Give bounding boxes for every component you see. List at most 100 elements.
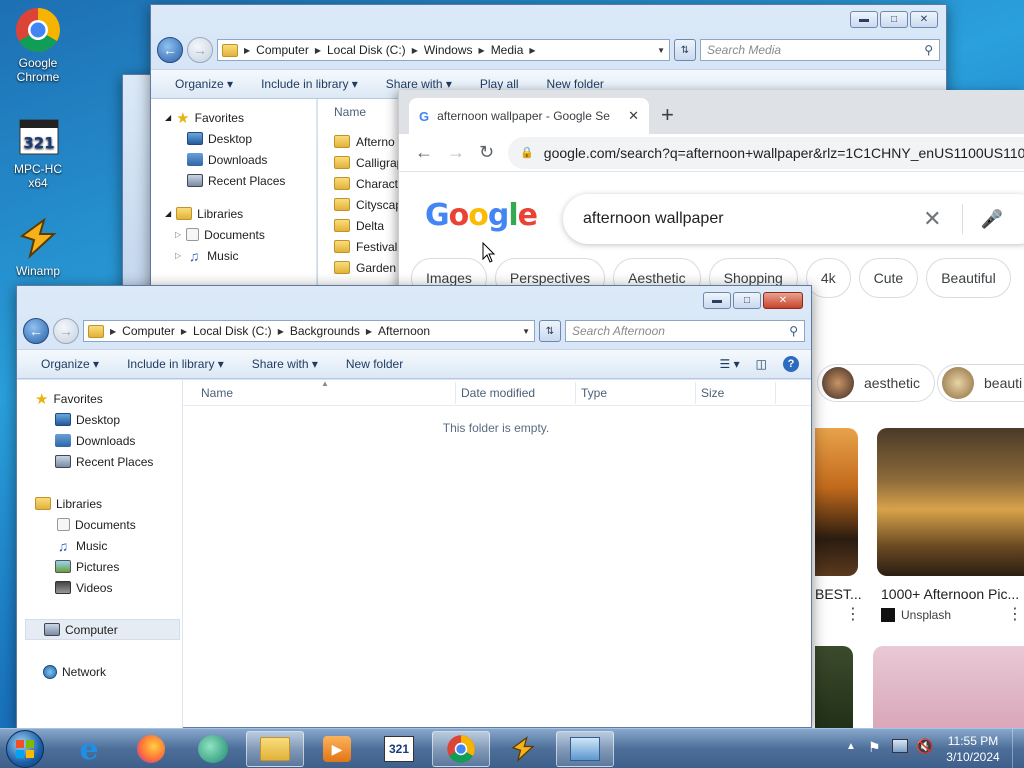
- taskbar-firefox[interactable]: [122, 731, 180, 767]
- tree-item-downloads[interactable]: Downloads: [25, 430, 182, 451]
- breadcrumb-local-disk[interactable]: Local Disk (C:): [327, 43, 406, 57]
- new-folder-button[interactable]: New folder: [533, 77, 618, 91]
- tree-libraries[interactable]: Libraries: [25, 493, 182, 514]
- more-options-icon[interactable]: ⋮: [1007, 604, 1023, 624]
- breadcrumb-backgrounds[interactable]: Backgrounds: [290, 324, 360, 338]
- close-tab-icon[interactable]: ✕: [628, 108, 639, 124]
- tree-item-recent-places[interactable]: Recent Places: [165, 170, 316, 191]
- image-result-2[interactable]: [877, 428, 1024, 576]
- breadcrumb-media[interactable]: Media: [491, 43, 524, 57]
- clock[interactable]: 11:55 PM 3/10/2024: [940, 733, 1006, 765]
- tree-item-recent-places[interactable]: Recent Places: [25, 451, 182, 472]
- desktop-icon-chrome[interactable]: Google Chrome: [5, 6, 71, 84]
- column-header-size[interactable]: Size: [701, 386, 724, 400]
- column-header-type[interactable]: Type: [581, 386, 607, 400]
- tree-favorites[interactable]: ★ Favorites: [25, 388, 182, 409]
- taskbar-control-panel[interactable]: [556, 731, 614, 767]
- maximize-button[interactable]: □: [733, 292, 761, 309]
- result-title[interactable]: BEST...: [815, 586, 862, 602]
- taskbar-msn[interactable]: [184, 731, 242, 767]
- taskbar-media-player[interactable]: ▶: [308, 731, 366, 767]
- action-center-flag-icon[interactable]: ⚑: [868, 739, 881, 756]
- chevron-down-icon[interactable]: ▼: [522, 327, 530, 336]
- forward-arrow-icon[interactable]: →: [447, 142, 465, 163]
- taskbar-explorer[interactable]: [246, 731, 304, 767]
- minimize-button[interactable]: ▬: [703, 292, 731, 309]
- result-source[interactable]: Unsplash: [881, 608, 951, 622]
- search-box[interactable]: afternoon wallpaper ✕ 🎤: [563, 194, 1024, 244]
- breadcrumb-computer[interactable]: Computer: [256, 43, 309, 57]
- tree-favorites[interactable]: ◢ ★ Favorites: [165, 107, 316, 128]
- start-orb-icon[interactable]: [6, 730, 44, 768]
- breadcrumb-windows[interactable]: Windows: [424, 43, 473, 57]
- preview-pane-icon[interactable]: ◫: [748, 357, 775, 371]
- forward-button[interactable]: →: [187, 37, 213, 63]
- breadcrumb-local-disk[interactable]: Local Disk (C:): [193, 324, 272, 338]
- taskbar-chrome[interactable]: [432, 731, 490, 767]
- maximize-button[interactable]: □: [880, 11, 908, 28]
- tree-item-videos[interactable]: Videos: [25, 577, 182, 598]
- organize-menu[interactable]: Organize ▾: [161, 77, 247, 91]
- result-title[interactable]: 1000+ Afternoon Pic...: [881, 586, 1019, 602]
- search-input[interactable]: Search Media ⚲: [700, 39, 940, 61]
- tree-item-pictures[interactable]: Pictures: [25, 556, 182, 577]
- tree-item-downloads[interactable]: Downloads: [165, 149, 316, 170]
- organize-menu[interactable]: Organize ▾: [27, 357, 113, 371]
- breadcrumb-computer[interactable]: Computer: [122, 324, 175, 338]
- desktop-icon-winamp[interactable]: Winamp: [5, 214, 71, 278]
- play-all-button[interactable]: Play all: [466, 77, 533, 91]
- new-folder-button[interactable]: New folder: [332, 357, 417, 371]
- volume-muted-icon[interactable]: 🔇: [916, 738, 933, 755]
- close-button[interactable]: ✕: [910, 11, 938, 28]
- more-options-icon[interactable]: ⋮: [845, 604, 861, 624]
- tree-item-music[interactable]: ▷ ♫ Music: [165, 245, 316, 266]
- back-arrow-icon[interactable]: ←: [415, 142, 433, 163]
- explorer-window-afternoon[interactable]: ▬ □ ✕ ← → ▶ Computer ▶ Local Disk (C:) ▶…: [16, 285, 812, 728]
- microphone-icon[interactable]: 🎤: [981, 209, 1003, 230]
- related-chip-beautiful[interactable]: beauti: [937, 364, 1024, 402]
- image-result-3[interactable]: [815, 646, 853, 728]
- chip-4k[interactable]: 4k: [805, 258, 851, 298]
- refresh-button[interactable]: ⇅: [674, 39, 696, 61]
- network-tray-icon[interactable]: [892, 739, 908, 753]
- address-bar[interactable]: ▶ Computer ▶ Local Disk (C:) ▶ Backgroun…: [83, 320, 535, 342]
- chip-cute[interactable]: Cute: [858, 258, 919, 298]
- refresh-button[interactable]: ⇅: [539, 320, 561, 342]
- taskbar-winamp[interactable]: [494, 731, 552, 767]
- column-header-name[interactable]: Name: [201, 386, 233, 400]
- tree-item-desktop[interactable]: Desktop: [25, 409, 182, 430]
- share-with-menu[interactable]: Share with ▾: [372, 77, 466, 91]
- show-desktop-button[interactable]: [1012, 729, 1024, 768]
- tree-item-desktop[interactable]: Desktop: [165, 128, 316, 149]
- tree-libraries[interactable]: ◢ Libraries: [165, 203, 316, 224]
- image-result-4[interactable]: [873, 646, 1024, 728]
- tab-active[interactable]: G afternoon wallpaper - Google Se ✕: [409, 98, 649, 134]
- back-button[interactable]: ←: [157, 37, 183, 63]
- tree-item-music[interactable]: ♫ Music: [25, 535, 182, 556]
- include-in-library-menu[interactable]: Include in library ▾: [113, 357, 238, 371]
- chevron-down-icon[interactable]: ▼: [657, 46, 665, 55]
- reload-icon[interactable]: ↻: [479, 142, 494, 163]
- column-header-date-modified[interactable]: Date modified: [461, 386, 535, 400]
- minimize-button[interactable]: ▬: [850, 11, 878, 28]
- share-with-menu[interactable]: Share with ▾: [238, 357, 332, 371]
- google-logo[interactable]: Google: [425, 198, 538, 233]
- tree-item-documents[interactable]: ▷ Documents: [165, 224, 316, 245]
- image-result-1[interactable]: [815, 428, 858, 576]
- help-icon[interactable]: ?: [775, 356, 811, 372]
- taskbar-mpc-hc[interactable]: 321: [370, 731, 428, 767]
- show-hidden-icons-button[interactable]: ▲: [846, 741, 856, 752]
- view-options-icon[interactable]: ☰ ▾: [712, 357, 748, 371]
- desktop-icon-mpc-hc[interactable]: 321 MPC-HC x64: [5, 112, 71, 190]
- tree-computer[interactable]: Computer: [25, 619, 180, 640]
- back-button[interactable]: ←: [23, 318, 49, 344]
- address-bar[interactable]: ▶ Computer ▶ Local Disk (C:) ▶ Windows ▶…: [217, 39, 670, 61]
- omnibox[interactable]: 🔒 google.com/search?q=afternoon+wallpape…: [508, 136, 1024, 169]
- lock-icon[interactable]: 🔒: [520, 146, 534, 159]
- close-button[interactable]: ✕: [763, 292, 803, 309]
- include-in-library-menu[interactable]: Include in library ▾: [247, 77, 372, 91]
- search-input[interactable]: Search Afternoon ⚲: [565, 320, 805, 342]
- related-chip-aesthetic[interactable]: aesthetic: [817, 364, 936, 402]
- new-tab-button[interactable]: +: [661, 102, 674, 128]
- breadcrumb-afternoon[interactable]: Afternoon: [378, 324, 430, 338]
